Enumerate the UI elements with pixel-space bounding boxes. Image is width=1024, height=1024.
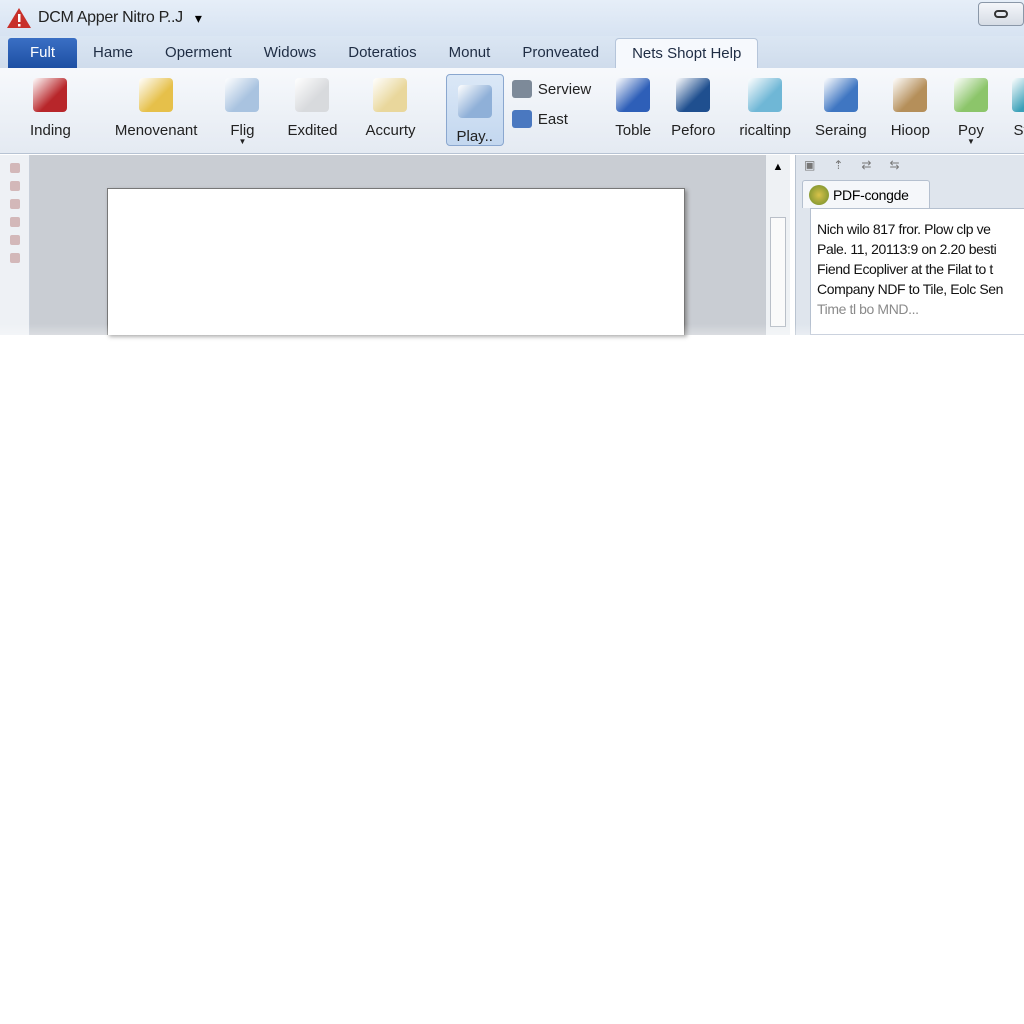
- ribbon-toolbar: Inding Menovenant Flig ▼ Exdited Accurty Play.…: [0, 68, 1024, 154]
- pdf-badge-icon: [809, 184, 829, 205]
- sidebar-tool-icon[interactable]: [10, 217, 20, 227]
- ribbon-button-icon: [295, 78, 330, 112]
- title-bar: DCM Apper Nitro P..J ▾: [0, 0, 1024, 36]
- ribbon-button-label: Inding: [30, 122, 71, 139]
- ribbon-button-stop[interactable]: Stop: [1000, 68, 1024, 148]
- panel-text-line: Nich wilo 817 fror. Plow clp ve: [817, 221, 991, 237]
- ribbon-small-label: Serview: [537, 80, 592, 98]
- tab-widows[interactable]: Widows: [248, 38, 333, 68]
- ribbon-button-ricaltinp[interactable]: ricaltinp: [727, 68, 803, 148]
- ribbon-button-label: Seraing: [815, 122, 867, 139]
- ribbon-button-toble[interactable]: Toble: [607, 68, 659, 148]
- ribbon-button-icon: [139, 78, 174, 112]
- ribbon-button-seraing[interactable]: Seraing: [803, 68, 879, 148]
- ribbon-small-label: East: [537, 110, 568, 128]
- sidebar-tool-icon[interactable]: [10, 199, 20, 209]
- dropdown-arrow-icon: ▼: [238, 137, 247, 146]
- dropdown-arrow-icon: ▼: [966, 137, 975, 146]
- ribbon-button-icon: [676, 78, 711, 112]
- ribbon-button-label: Hioop: [890, 122, 930, 139]
- quick-access-dropdown[interactable]: ▾: [195, 10, 202, 27]
- tab-file[interactable]: Fult: [8, 38, 78, 68]
- scroll-up-icon[interactable]: ▲: [766, 161, 790, 173]
- panel-text-line: Time tl bo MND...: [817, 301, 919, 317]
- ribbon-button-icon: [225, 78, 260, 112]
- sidebar-tool-icon[interactable]: [10, 181, 20, 191]
- panel-text-line: Fiend Ecopliver at the Filat to t: [817, 261, 993, 277]
- panel-tool-icon[interactable]: ▣: [804, 158, 815, 174]
- ribbon-button-icon: [616, 78, 651, 112]
- panel-text-line: Pale. 11, 20113:9 on 2.20 besti: [817, 241, 997, 257]
- ribbon-button-play[interactable]: Play..: [445, 74, 504, 146]
- ribbon-tabs: Fult Hame Operment Widows Doteratios Mon…: [0, 36, 1024, 68]
- ribbon-button-icon: [748, 78, 783, 112]
- tab-hame[interactable]: Hame: [77, 38, 149, 68]
- tab-pronveated[interactable]: Pronveated: [506, 38, 615, 68]
- ribbon-button-label: Exdited: [287, 122, 338, 139]
- ribbon-small-icon: [511, 80, 532, 98]
- tab-monut[interactable]: Monut: [433, 38, 507, 68]
- ribbon-button-icon: [33, 78, 68, 112]
- ribbon-button-label: Menovenant: [114, 122, 198, 139]
- ribbon-button-icon: [373, 78, 408, 112]
- ribbon-button-flig[interactable]: Flig ▼: [211, 68, 273, 148]
- ribbon-button-icon: [893, 78, 928, 112]
- ribbon-button-label: Accurty: [365, 122, 416, 139]
- ribbon-button-exdited[interactable]: Exdited: [273, 68, 351, 148]
- tab-doteratios[interactable]: Doteratios: [332, 38, 432, 68]
- panel-tool-icon[interactable]: ⇆: [889, 158, 899, 174]
- minimize-button[interactable]: [978, 2, 1024, 26]
- ribbon-button-label: Peforo: [671, 122, 716, 139]
- side-panel: ▣ ⇡ ⇄ ⇆ PDF-congde Nich wilo 817 fror. Plow…: [795, 155, 1024, 335]
- ribbon-button-poy[interactable]: Poy ▼: [942, 68, 1000, 148]
- document-area: [30, 155, 765, 335]
- ribbon-button-menovenant[interactable]: Menovenant: [101, 68, 212, 148]
- ribbon-button-hioop[interactable]: Hioop: [879, 68, 942, 148]
- panel-text-line: Company NDF to Tile, Eolc Sen: [817, 281, 1004, 297]
- ribbon-button-label: Play..: [456, 128, 493, 145]
- ribbon-button-label: Toble: [615, 122, 652, 139]
- vertical-scrollbar[interactable]: ▲: [765, 155, 790, 335]
- fade-overlay: [0, 324, 1024, 374]
- ribbon-button-icon: [457, 85, 492, 118]
- ribbon-button-accurty[interactable]: Accurty: [351, 68, 429, 148]
- panel-tool-icon[interactable]: ⇡: [833, 158, 843, 174]
- tab-nets-shopt-help[interactable]: Nets Shopt Help: [615, 38, 759, 68]
- sidebar-tool-icon[interactable]: [10, 235, 20, 245]
- ribbon-small-icon: [511, 110, 532, 128]
- ribbon-button-label: Stop: [1013, 122, 1024, 139]
- scroll-thumb[interactable]: [770, 217, 786, 327]
- document-page[interactable]: [107, 188, 685, 335]
- minimize-icon: [994, 10, 1008, 18]
- panel-tab[interactable]: PDF-congde: [802, 180, 930, 208]
- ribbon-button-icon: [953, 78, 988, 112]
- ribbon-button-peforo[interactable]: Peforo: [659, 68, 727, 148]
- window-title: DCM Apper Nitro P..J: [38, 9, 183, 26]
- sidebar-tool-icon[interactable]: [10, 163, 20, 173]
- ribbon-button-label: ricaltinp: [739, 122, 792, 139]
- app-logo-icon: [7, 8, 31, 28]
- left-sidebar-strip: [0, 155, 30, 335]
- ribbon-small-group: Serview East: [511, 68, 592, 128]
- ribbon-button-inding[interactable]: Inding: [0, 68, 101, 148]
- panel-tool-icon[interactable]: ⇄: [861, 158, 871, 174]
- panel-content: Nich wilo 817 fror. Plow clp ve Pale. 11…: [810, 208, 1024, 335]
- ribbon-button-icon: [823, 78, 858, 112]
- sidebar-tool-icon[interactable]: [10, 253, 20, 263]
- ribbon-button-icon: [1011, 78, 1024, 112]
- ribbon-small-button[interactable]: Serview: [511, 80, 592, 98]
- tab-operment[interactable]: Operment: [149, 38, 248, 68]
- panel-toolbar: ▣ ⇡ ⇄ ⇆: [796, 155, 1024, 177]
- panel-tab-label: PDF-congde: [833, 186, 909, 203]
- ribbon-small-button[interactable]: East: [511, 110, 591, 128]
